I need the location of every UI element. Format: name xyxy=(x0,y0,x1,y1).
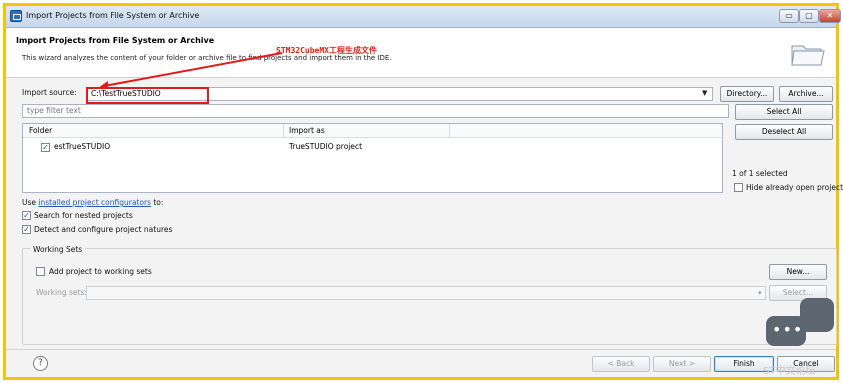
add-working-set-label: Add project to working sets xyxy=(49,267,152,276)
projects-table: Folder Import as ✓ estTrueSTUDIO TrueSTU… xyxy=(22,123,723,193)
highlight-box xyxy=(86,87,209,104)
working-sets-label: Working sets: xyxy=(36,288,87,297)
annotation-arrow xyxy=(98,52,283,89)
footer-divider xyxy=(6,349,836,350)
dropdown-arrow-icon[interactable]: ▼ xyxy=(702,89,707,97)
configurators-text: Use installed project configurators to: xyxy=(22,198,163,207)
app-icon xyxy=(10,10,22,22)
add-working-set-checkbox[interactable] xyxy=(36,267,45,276)
directory-button[interactable]: Directory... xyxy=(720,86,774,102)
annotation-label: STM32CubeMX工程生成文件 xyxy=(276,46,377,55)
detect-natures-checkbox[interactable]: ✓ xyxy=(22,225,31,234)
select-all-button[interactable]: Select All xyxy=(735,104,833,120)
close-button[interactable]: ✕ xyxy=(819,9,841,23)
column-import-as[interactable]: Import as xyxy=(289,126,325,135)
working-sets-title: Working Sets xyxy=(30,245,86,254)
combo-arrow-icon[interactable]: ▾ xyxy=(758,289,762,297)
import-source-label: Import source: xyxy=(22,88,77,97)
help-icon[interactable]: ? xyxy=(33,356,48,371)
filter-input[interactable]: type filter text xyxy=(22,104,729,118)
hide-open-checkbox[interactable] xyxy=(734,183,743,192)
wizard-title: Import Projects from File System or Arch… xyxy=(16,36,215,45)
column-folder[interactable]: Folder xyxy=(29,126,52,135)
selection-status: 1 of 1 selected xyxy=(732,169,788,178)
window-title: Import Projects from File System or Arch… xyxy=(26,11,200,20)
next-button[interactable]: Next > xyxy=(653,356,711,372)
import-dialog: Import Projects from File System or Arch… xyxy=(3,3,843,380)
column-separator[interactable] xyxy=(449,124,450,138)
minimize-button[interactable]: ▭ xyxy=(779,9,799,23)
working-sets-combo[interactable] xyxy=(86,286,766,300)
folder-icon xyxy=(791,45,825,66)
configurators-suffix: to: xyxy=(153,198,164,207)
row-checkbox[interactable]: ✓ xyxy=(41,143,50,152)
back-button[interactable]: < Back xyxy=(592,356,650,372)
title-bar: Import Projects from File System or Arch… xyxy=(6,6,841,28)
archive-button[interactable]: Archive... xyxy=(779,86,833,102)
column-separator[interactable] xyxy=(283,124,284,138)
import-as-cell: TrueSTUDIO project xyxy=(289,142,363,151)
chat-dots-icon: ••• xyxy=(772,320,804,339)
folder-cell: estTrueSTUDIO xyxy=(54,142,111,151)
table-header: Folder Import as xyxy=(23,124,722,138)
nested-projects-label: Search for nested projects xyxy=(34,211,133,220)
detect-natures-label: Detect and configure project natures xyxy=(34,225,173,234)
new-working-set-button[interactable]: New... xyxy=(769,264,827,280)
deselect-all-button[interactable]: Deselect All xyxy=(735,124,833,140)
watermark: ST中文论坛 xyxy=(763,366,816,377)
configurators-prefix: Use xyxy=(22,198,37,207)
maximize-button[interactable]: ▢ xyxy=(799,9,819,23)
nested-projects-checkbox[interactable]: ✓ xyxy=(22,211,31,220)
hide-open-label: Hide already open projects xyxy=(746,183,843,192)
configurators-link[interactable]: installed project configurators xyxy=(38,198,151,207)
